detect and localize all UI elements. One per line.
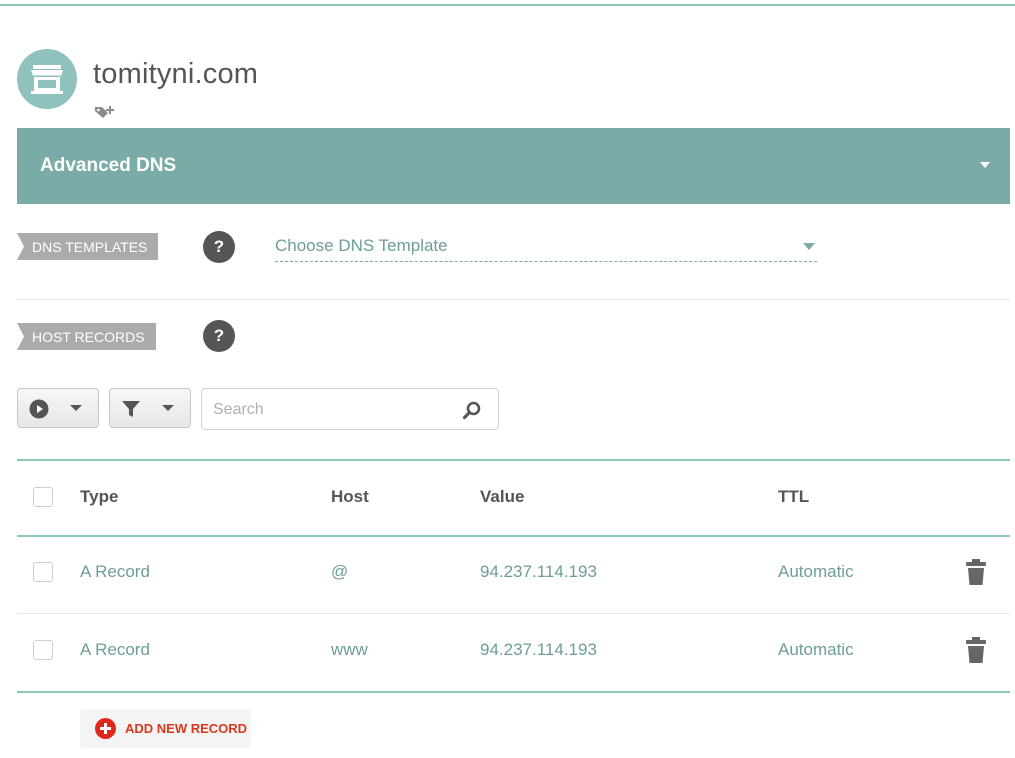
record-host[interactable]: @ — [331, 562, 348, 582]
add-new-record-label: ADD NEW RECORD — [125, 721, 248, 736]
add-new-record-button[interactable]: ADD NEW RECORD — [80, 709, 251, 748]
section-divider — [17, 299, 1010, 300]
play-circle-icon — [29, 399, 49, 419]
record-host[interactable]: www — [331, 640, 368, 660]
record-ttl[interactable]: Automatic — [778, 562, 854, 582]
record-type[interactable]: A Record — [80, 562, 150, 582]
row-checkbox[interactable] — [33, 640, 53, 660]
chevron-down-icon — [980, 162, 990, 168]
dns-template-select[interactable]: Choose DNS Template — [275, 233, 817, 262]
column-header-ttl[interactable]: TTL — [778, 487, 809, 507]
filter-dropdown-button[interactable] — [109, 388, 191, 428]
chevron-down-icon — [803, 243, 815, 250]
section-title: Advanced DNS — [40, 155, 177, 176]
table-row: A Record www 94.237.114.193 Automatic — [17, 613, 1010, 693]
advanced-dns-section-header[interactable]: Advanced DNS — [17, 128, 1010, 204]
host-records-label: HOST RECORDS — [17, 323, 156, 350]
search-input[interactable] — [211, 397, 455, 423]
filter-funnel-icon — [122, 401, 140, 417]
row-checkbox[interactable] — [33, 562, 53, 582]
table-header-row: Type Host Value TTL — [17, 461, 1010, 537]
search-icon[interactable] — [462, 400, 482, 420]
record-value[interactable]: 94.237.114.193 — [480, 640, 597, 660]
column-header-value[interactable]: Value — [480, 487, 524, 507]
record-type[interactable]: A Record — [80, 640, 150, 660]
plus-circle-icon — [95, 718, 116, 739]
record-ttl[interactable]: Automatic — [778, 640, 854, 660]
domain-title: tomityni.com — [93, 58, 259, 90]
records-search-box — [201, 388, 499, 430]
chevron-down-icon — [162, 405, 174, 411]
host-records-help-icon[interactable]: ? — [203, 320, 235, 352]
column-header-host[interactable]: Host — [331, 487, 369, 507]
dns-templates-label: DNS TEMPLATES — [17, 233, 158, 260]
storefront-icon — [17, 49, 77, 109]
table-row: A Record @ 94.237.114.193 Automatic — [17, 535, 1010, 614]
select-all-checkbox[interactable] — [33, 487, 53, 507]
top-accent-rule — [0, 4, 1015, 6]
column-header-type[interactable]: Type — [80, 487, 118, 507]
dns-templates-help-icon[interactable]: ? — [203, 231, 235, 263]
chevron-down-icon — [70, 405, 82, 411]
record-value[interactable]: 94.237.114.193 — [480, 562, 597, 582]
trash-icon[interactable] — [964, 558, 988, 586]
trash-icon[interactable] — [964, 636, 988, 664]
dns-template-select-value: Choose DNS Template — [275, 236, 448, 255]
actions-dropdown-button[interactable] — [17, 388, 99, 428]
add-tag-icon[interactable] — [93, 101, 117, 121]
